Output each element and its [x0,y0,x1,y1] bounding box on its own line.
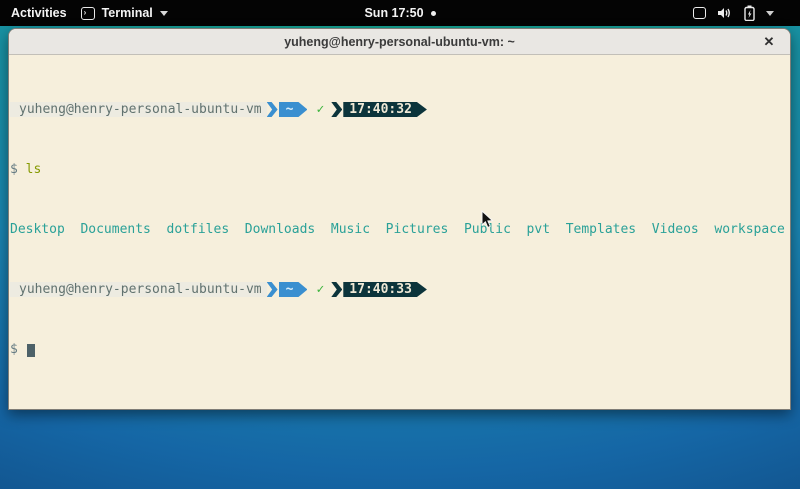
powerline-chevron-icon [331,102,342,117]
status-check-icon: ✓ [307,282,331,297]
screen-icon [693,7,706,19]
close-button[interactable]: ✕ [758,29,780,55]
command-text: ls [26,162,42,177]
clock-button[interactable]: Sun 17:50 [364,6,423,20]
app-menu-button[interactable]: › Terminal [81,6,168,20]
prompt-line: yuheng@henry-personal-ubuntu-vm ~ ✓ 17:4… [10,282,789,297]
ls-output: Desktop Documents dotfiles Downloads Mus… [10,222,789,237]
prompt-cwd-segment: ~ [279,282,308,297]
window-title: yuheng@henry-personal-ubuntu-vm: ~ [284,35,515,49]
prompt-time-segment: 17:40:32 [343,102,427,117]
prompt-line: yuheng@henry-personal-ubuntu-vm ~ ✓ 17:4… [10,102,789,117]
app-menu-label: Terminal [102,6,153,20]
input-line[interactable]: $ [10,342,789,357]
system-tray[interactable] [693,5,800,21]
status-check-icon: ✓ [307,102,331,117]
prompt-user-segment: yuheng@henry-personal-ubuntu-vm [10,102,267,117]
activities-button[interactable]: Activities [11,6,67,20]
top-bar-left: Activities › Terminal [0,6,168,20]
battery-charging-icon [744,5,755,21]
prompt-time-segment: 17:40:33 [343,282,427,297]
powerline-chevron-icon [267,282,278,297]
terminal-cursor [27,344,35,357]
terminal-content[interactable]: yuheng@henry-personal-ubuntu-vm ~ ✓ 17:4… [9,55,790,409]
volume-icon [717,6,733,20]
prompt-user-segment: yuheng@henry-personal-ubuntu-vm [10,282,267,297]
terminal-window: yuheng@henry-personal-ubuntu-vm: ~ ✕ yuh… [8,28,791,410]
chevron-down-icon [766,11,774,16]
top-bar: Activities › Terminal Sun 17:50 [0,0,800,26]
powerline-chevron-icon [267,102,278,117]
prompt-cwd-segment: ~ [279,102,308,117]
desktop: { "colors": { "topbar_bg": "#040404", "t… [0,0,800,489]
powerline-chevron-icon [331,282,342,297]
prompt-symbol: $ [10,162,18,177]
command-line: $ ls [10,162,789,177]
terminal-icon: › [81,7,95,20]
notification-dot-icon [431,11,436,16]
chevron-down-icon [160,11,168,16]
window-titlebar[interactable]: yuheng@henry-personal-ubuntu-vm: ~ ✕ [9,29,790,55]
prompt-symbol: $ [10,342,18,357]
